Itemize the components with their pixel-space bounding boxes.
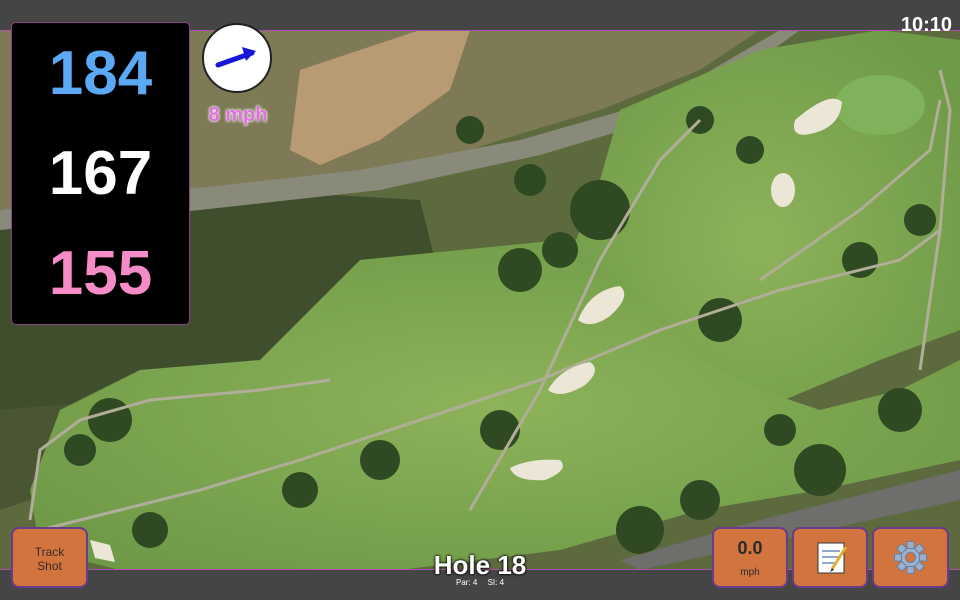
front-distance: 155 <box>48 239 153 308</box>
arrow-icon <box>215 47 256 68</box>
middle-distance: 167 <box>48 139 153 208</box>
track-shot-label-line2: Shot <box>37 559 62 573</box>
wind-speed: 8 mph <box>208 104 268 126</box>
track-shot-label-line1: Track <box>34 545 65 559</box>
speed-unit: mph <box>740 567 760 578</box>
hole-si: SI: 4 <box>487 578 505 587</box>
hole-details: Par: 4 SI: 4 <box>400 578 560 587</box>
distance-panel[interactable]: 184 167 155 <box>11 22 190 325</box>
notepad-icon <box>817 542 848 574</box>
speed-button[interactable]: 0.0 mph <box>712 527 788 588</box>
speed-value: 0.0 <box>737 538 763 558</box>
green <box>835 75 925 135</box>
back-distance: 184 <box>48 39 153 108</box>
notes-button[interactable] <box>792 527 868 588</box>
hole-title: Hole 18 <box>433 550 527 580</box>
track-shot-button[interactable]: Track Shot <box>11 527 88 588</box>
settings-button[interactable] <box>872 527 949 588</box>
wind-indicator[interactable] <box>202 23 272 93</box>
gear-icon <box>894 541 927 574</box>
clock: 10:10 <box>900 14 952 36</box>
golf-gps-app: 10:10 184 167 155 8 mph Track Shot Hole … <box>0 0 960 600</box>
hole-par: Par: 4 <box>455 578 478 587</box>
